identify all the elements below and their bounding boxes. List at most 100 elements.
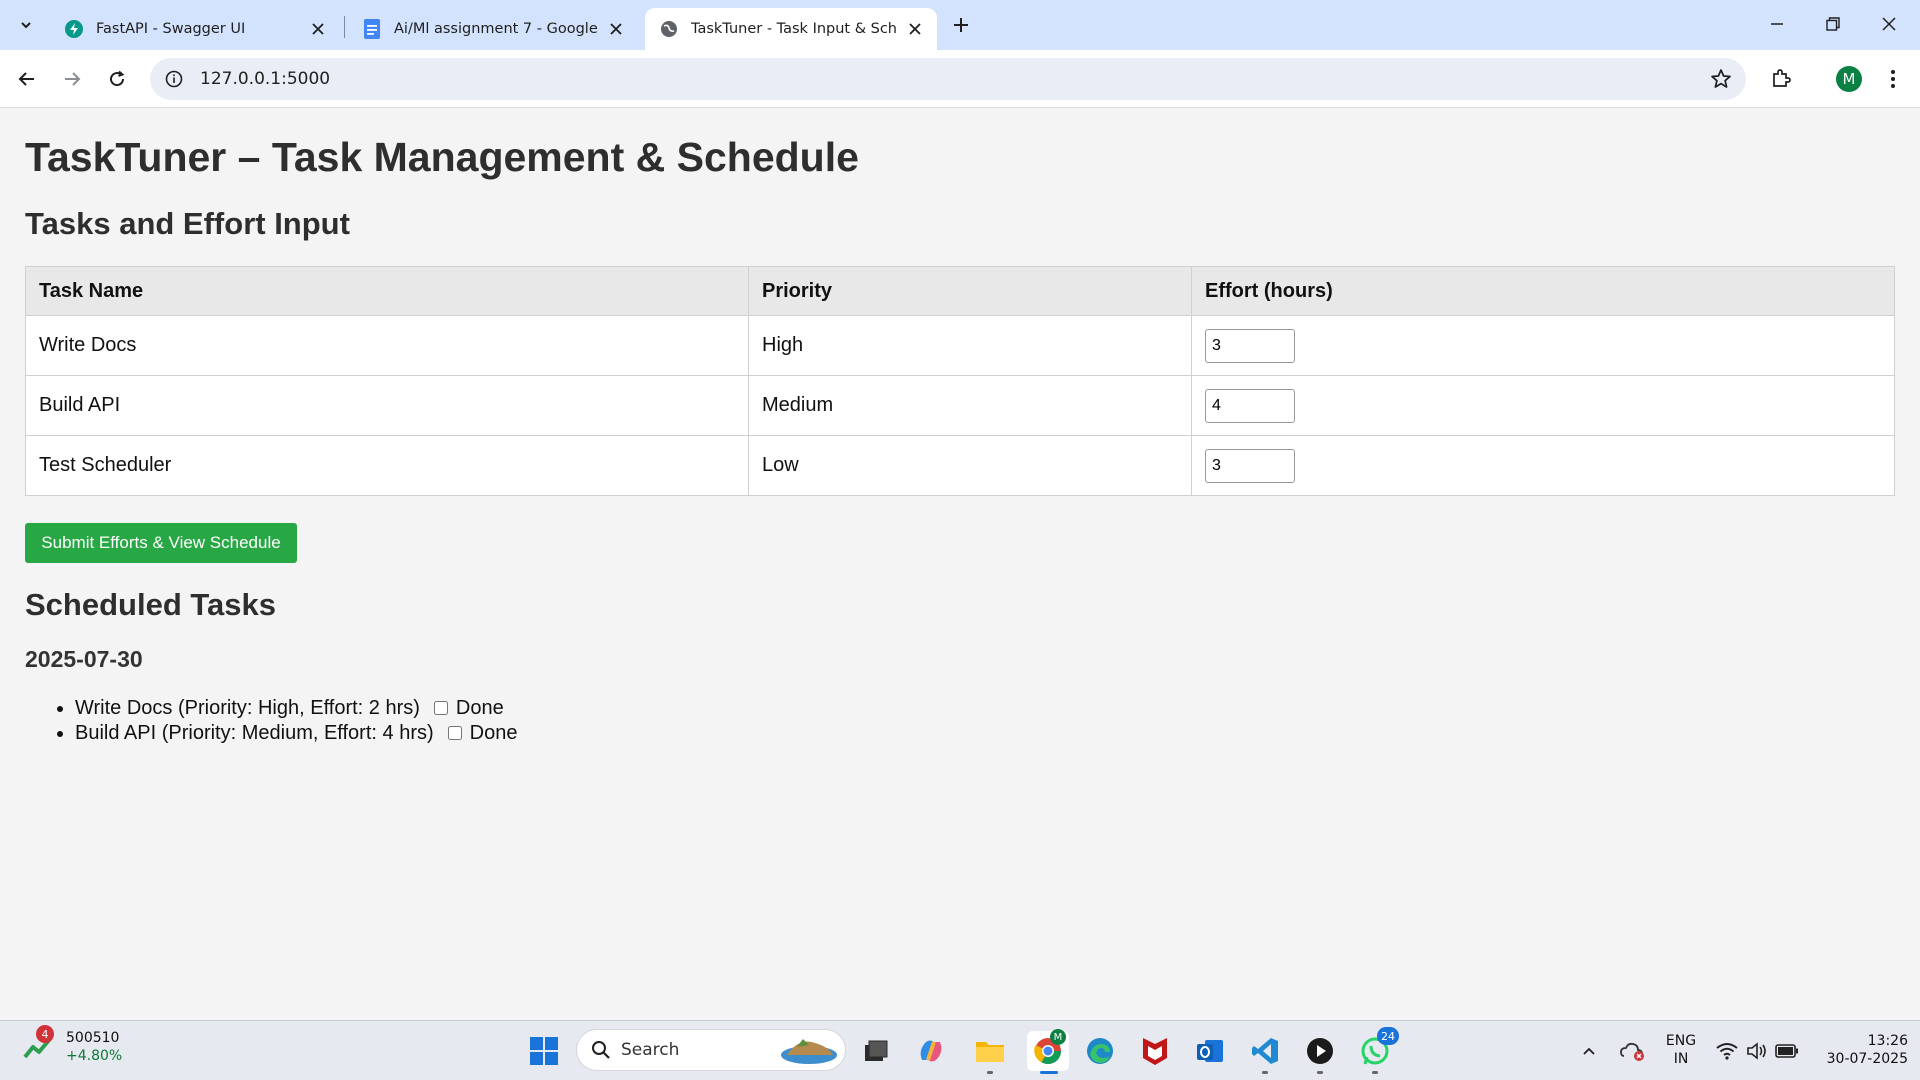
show-hidden-icons-button[interactable] [1575,1033,1603,1069]
scheduled-tasks-heading: Scheduled Tasks [25,587,276,622]
taskbar-search[interactable]: Search [576,1029,846,1071]
arrow-left-icon [18,72,34,86]
tab-tasktuner[interactable]: TaskTuner - Task Input & Schedule [645,8,937,50]
site-info-icon[interactable] [164,69,184,89]
page-title: TaskTuner – Task Management & Schedule [25,134,859,180]
file-explorer-icon[interactable] [972,1033,1008,1069]
mcafee-icon[interactable] [1137,1033,1173,1069]
profile-avatar[interactable]: M [1836,66,1862,92]
fastapi-icon [64,19,84,39]
vscode-icon[interactable] [1247,1033,1283,1069]
browser-toolbar: 127.0.0.1:5000 M [0,50,1920,108]
plus-icon [954,18,968,32]
stock-chart-icon: 4 [22,1025,54,1063]
column-header-task-name: Task Name [25,266,749,316]
arrow-right-icon [65,72,81,86]
effort-cell [1191,315,1895,376]
clock-time: 13:26 [1867,1033,1908,1049]
running-indicator [1262,1071,1268,1074]
chevron-down-icon [21,22,31,29]
table-row: Write Docs High [25,315,1895,376]
reload-icon [110,70,125,87]
stock-change: +4.80% [66,1048,123,1064]
onedrive-offline-icon[interactable] [1618,1033,1648,1069]
whatsapp-badge: 24 [1377,1027,1399,1045]
task-name-cell: Build API [25,375,749,436]
extensions-button[interactable] [1764,62,1798,96]
tab-strip: FastAPI - Swagger UI Ai/Ml assignment 7 … [0,0,1920,50]
language-label: ENG [1665,1033,1697,1049]
column-header-priority: Priority [748,266,1192,316]
tab-fastapi[interactable]: FastAPI - Swagger UI [50,8,340,50]
priority-cell: High [748,315,1192,376]
new-tab-button[interactable] [945,10,977,40]
active-indicator [1040,1071,1058,1074]
done-checkbox[interactable] [433,701,448,715]
schedule-date-heading: 2025-07-30 [25,646,143,672]
search-highlight-image [781,1039,837,1064]
browser-menu-button[interactable] [1876,62,1910,96]
reload-button[interactable] [100,62,134,96]
tab-title: TaskTuner - Task Input & Schedule [691,21,897,37]
search-label: Search [621,1040,680,1060]
priority-cell: Low [748,435,1192,496]
close-window-button[interactable] [1866,6,1912,42]
address-bar[interactable]: 127.0.0.1:5000 [150,58,1746,100]
submit-efforts-button[interactable]: Submit Efforts & View Schedule [25,523,297,563]
done-checkbox[interactable] [447,726,462,740]
scheduled-task-list: Write Docs (Priority: High, Effort: 2 hr… [75,696,517,746]
clock[interactable]: 13:26 30-07-2025 [1812,1032,1908,1068]
chrome-profile-badge: M [1050,1029,1066,1045]
widget-badge: 4 [36,1025,54,1043]
tasks-input-heading: Tasks and Effort Input [25,206,350,241]
effort-cell [1191,435,1895,496]
edge-icon[interactable] [1082,1033,1118,1069]
tab-google-docs[interactable]: Ai/Ml assignment 7 - Google Docs [348,8,638,50]
whatsapp-icon[interactable]: 24 [1357,1027,1399,1069]
start-button[interactable] [526,1033,562,1069]
google-docs-icon [362,19,382,39]
running-indicator [987,1071,993,1074]
forward-button[interactable] [55,62,89,96]
language-indicator[interactable]: ENG IN [1662,1032,1700,1068]
stock-widget[interactable]: 4 500510 +4.80% [22,1025,122,1065]
battery-icon[interactable] [1772,1033,1802,1069]
tab-title: FastAPI - Swagger UI [96,21,246,37]
wifi-icon[interactable] [1712,1033,1742,1069]
minimize-button[interactable] [1754,6,1800,42]
task-view-icon[interactable] [858,1033,894,1069]
tab-search-button[interactable] [10,10,42,40]
outlook-icon[interactable] [1192,1033,1228,1069]
running-indicator [1372,1071,1378,1074]
close-icon[interactable] [308,19,328,39]
close-icon[interactable] [905,19,925,39]
effort-input[interactable] [1205,388,1295,423]
restore-button[interactable] [1810,6,1856,42]
copilot-icon[interactable] [913,1033,949,1069]
scheduled-task-text: Build API (Priority: Medium, Effort: 4 h… [75,722,434,744]
clock-date: 30-07-2025 [1826,1051,1908,1067]
back-button[interactable] [10,62,44,96]
effort-input[interactable] [1205,328,1295,363]
close-icon[interactable] [606,19,626,39]
chevron-up-icon [1583,1047,1595,1055]
volume-icon[interactable] [1742,1033,1772,1069]
list-item: Write Docs (Priority: High, Effort: 2 hr… [75,696,517,721]
running-indicator [1317,1071,1323,1074]
minimize-icon [1771,23,1783,25]
table-row: Test Scheduler Low [25,435,1895,496]
close-icon [1882,17,1896,31]
list-item: Build API (Priority: Medium, Effort: 4 h… [75,721,517,746]
done-label: Done [469,722,518,744]
stock-value: 500510 [66,1030,120,1046]
globe-icon [659,19,679,39]
task-name-cell: Write Docs [25,315,749,376]
stock-ticker: 500510 +4.80% [66,1029,122,1065]
puzzle-icon [1773,69,1791,87]
effort-input[interactable] [1205,448,1295,483]
chrome-taskbar-icon[interactable]: M [1027,1029,1069,1071]
media-player-icon[interactable] [1302,1033,1338,1069]
bookmark-star-icon[interactable] [1710,68,1732,90]
scheduled-task-text: Write Docs (Priority: High, Effort: 2 hr… [75,697,420,719]
tab-separator [344,16,345,38]
